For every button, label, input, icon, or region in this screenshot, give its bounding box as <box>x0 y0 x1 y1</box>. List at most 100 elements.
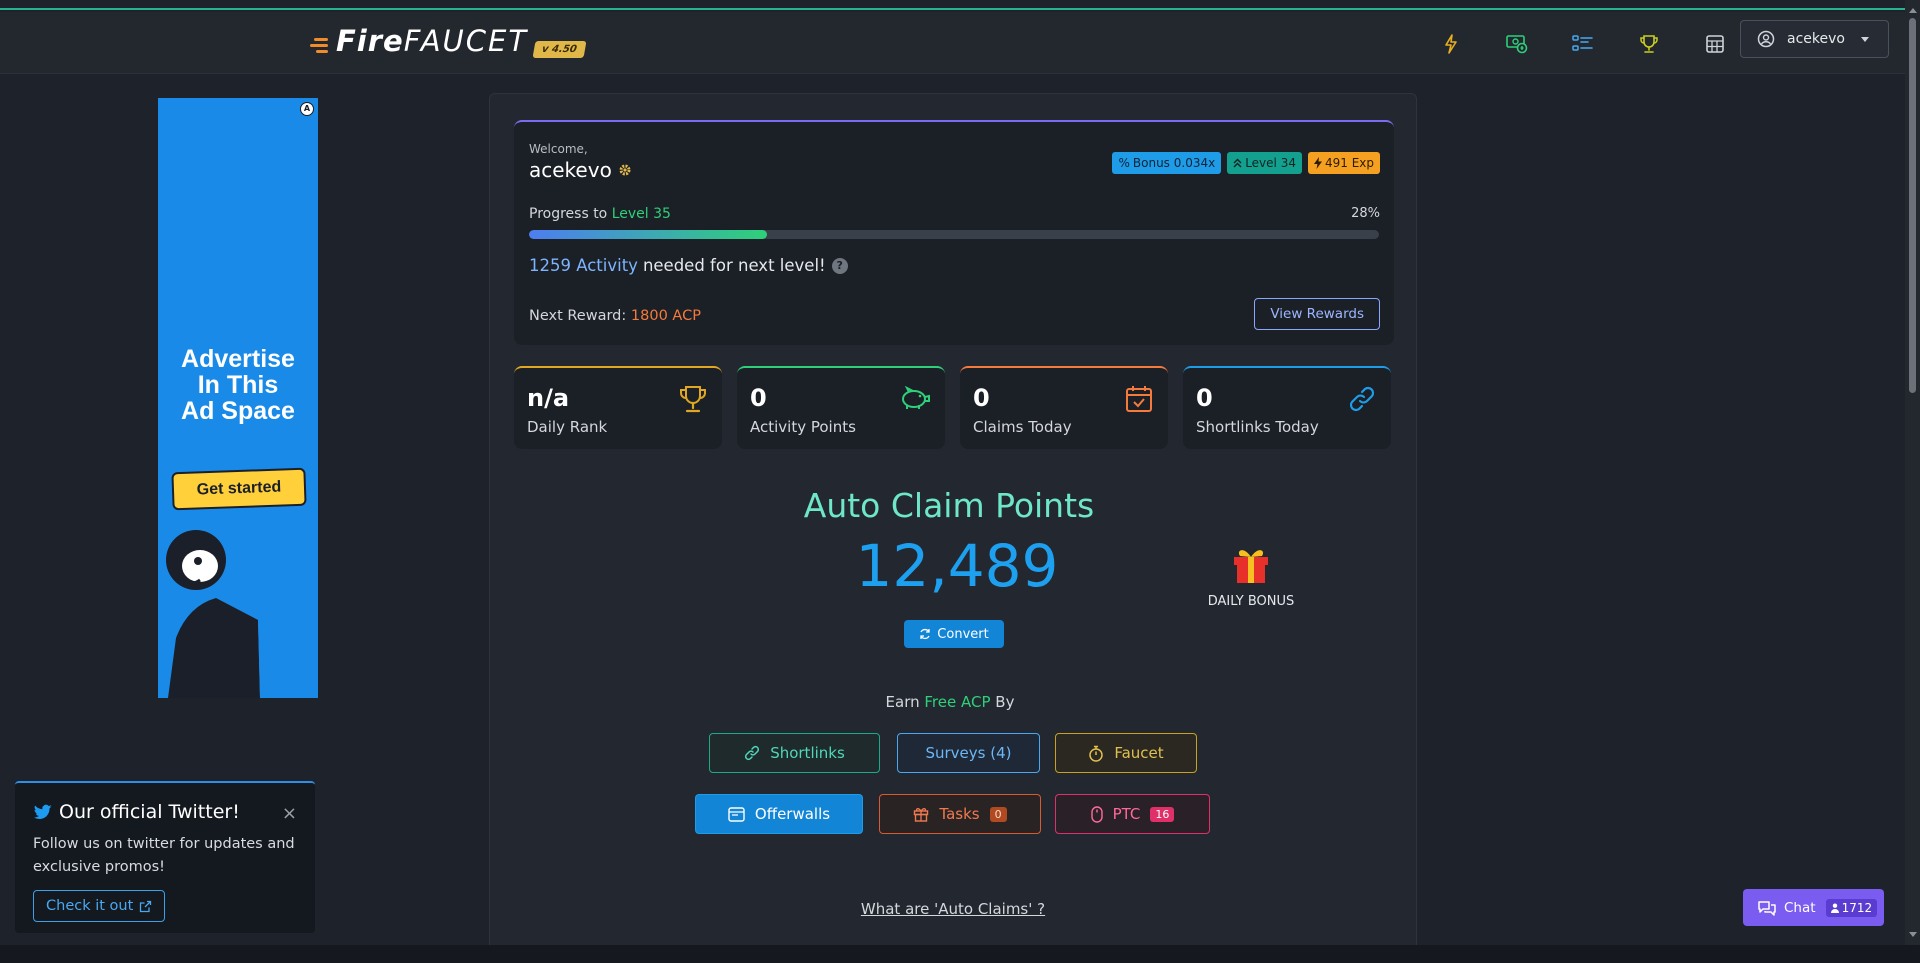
scroll-thumb[interactable] <box>1909 18 1916 393</box>
nav-icons <box>1418 30 1748 58</box>
bottom-strip <box>0 945 1920 963</box>
chat-count-text: 1712 <box>1841 900 1873 915</box>
exp-badge: 491 Exp <box>1307 152 1380 174</box>
welcome-card: Welcome, acekevo % Bonus 0.034x Level 34… <box>514 120 1394 345</box>
toast-title-text: Our official Twitter! <box>59 801 240 823</box>
surveys-button[interactable]: Surveys (4) <box>897 733 1040 773</box>
next-reward-label: Next Reward: <box>529 308 631 324</box>
next-reward-value: 1800 ACP <box>630 308 701 324</box>
bonus-badge-text: Bonus 0.034x <box>1132 156 1216 170</box>
ad-line-2: In This <box>197 371 279 399</box>
welcome-label: Welcome, <box>529 142 588 156</box>
version-badge: v 4.50 <box>532 41 587 58</box>
level-badge: Level 34 <box>1227 152 1302 174</box>
user-circle-icon <box>1757 30 1775 48</box>
link-icon <box>745 745 760 761</box>
stat-activity-points: 0 Activity Points <box>737 366 945 449</box>
scroll-down-arrow-icon[interactable] <box>1909 932 1917 937</box>
convert-button[interactable]: Convert <box>904 620 1004 648</box>
faucet-label: Faucet <box>1114 744 1164 762</box>
tasks-count-badge: 0 <box>989 806 1007 822</box>
percent-icon: % <box>1118 156 1130 170</box>
gear-icon[interactable] <box>618 163 632 177</box>
daily-bonus-button[interactable]: DAILY BONUS <box>1201 544 1301 609</box>
activity-needed: 1259 Activity needed for next level! ? <box>529 256 848 275</box>
navbar: FireFAUCET v 4.50 acekevo <box>0 12 1905 74</box>
next-reward: Next Reward: 1800 ACP <box>529 308 701 324</box>
stat-value: 0 <box>973 384 990 412</box>
stat-label: Activity Points <box>750 418 856 436</box>
close-icon[interactable]: × <box>282 803 297 824</box>
stat-shortlinks-today: 0 Shortlinks Today <box>1183 366 1391 449</box>
welcome-username-text: acekevo <box>529 158 612 182</box>
tasks-list-icon[interactable] <box>1550 30 1616 58</box>
level-badge-text: Level 34 <box>1245 156 1296 170</box>
badges: % Bonus 0.034x Level 34 491 Exp <box>1112 152 1380 174</box>
what-are-auto-claims-link[interactable]: What are 'Auto Claims' ? <box>490 900 1416 918</box>
chat-online-count: 1712 <box>1825 898 1878 917</box>
logo-fire: Fire <box>336 24 404 58</box>
gift-icon <box>914 808 929 822</box>
chat-bubbles-icon <box>1758 900 1776 916</box>
calculator-icon[interactable] <box>1682 30 1748 58</box>
chat-button[interactable]: Chat 1712 <box>1743 889 1884 926</box>
stats-row: n/a Daily Rank 0 Activity Points 0 Claim… <box>514 366 1391 449</box>
welcome-username: acekevo <box>529 158 632 182</box>
tasks-label: Tasks <box>939 805 980 823</box>
faucet-button[interactable]: Faucet <box>1055 733 1197 773</box>
refresh-icon <box>920 628 930 640</box>
ptc-button[interactable]: PTC 16 <box>1055 794 1210 834</box>
stat-label: Claims Today <box>973 418 1072 436</box>
window-icon <box>728 806 745 822</box>
main-panel: Welcome, acekevo % Bonus 0.034x Level 34… <box>489 93 1417 963</box>
offerwalls-label: Offerwalls <box>754 805 831 823</box>
offerwalls-button[interactable]: Offerwalls <box>695 794 863 834</box>
twitter-toast: Our official Twitter! × Follow us on twi… <box>15 781 315 933</box>
level-progress-bar <box>529 230 1379 239</box>
ad-character-illustration <box>166 530 298 698</box>
flame-icon <box>310 34 334 56</box>
activity-text: needed for next level! <box>642 256 826 275</box>
logo[interactable]: FireFAUCET v 4.50 <box>310 26 587 58</box>
bolt-icon <box>1313 157 1322 169</box>
scroll-up-arrow-icon[interactable] <box>1909 8 1917 13</box>
ptc-label: PTC <box>1112 805 1141 823</box>
logo-text: FireFAUCET <box>336 26 528 56</box>
bolt-icon[interactable] <box>1418 30 1484 58</box>
toast-title: Our official Twitter! <box>33 801 297 823</box>
piggy-bank-icon <box>902 385 930 409</box>
user-menu-dropdown[interactable]: acekevo <box>1740 20 1889 58</box>
toast-body: Follow us on twitter for updates and exc… <box>33 836 295 875</box>
gift-icon <box>1234 550 1268 583</box>
earn-suffix: By <box>990 693 1015 711</box>
calendar-check-icon <box>1126 386 1152 412</box>
daily-bonus-label: DAILY BONUS <box>1207 594 1295 609</box>
activity-count: 1259 Activity <box>529 256 638 275</box>
ad-banner[interactable]: A Advertise In This Ad Space Get started <box>158 98 318 698</box>
trophy-icon[interactable] <box>1616 30 1682 58</box>
tasks-button[interactable]: Tasks 0 <box>879 794 1041 834</box>
earn-highlight: Free ACP <box>924 693 991 711</box>
shortlinks-button[interactable]: Shortlinks <box>709 733 880 773</box>
check-it-out-button[interactable]: Check it out <box>33 890 166 922</box>
view-rewards-button[interactable]: View Rewards <box>1254 298 1380 330</box>
ad-get-started-button[interactable]: Get started <box>171 467 307 511</box>
scrollbar[interactable] <box>1905 0 1920 945</box>
money-icon[interactable] <box>1484 30 1550 58</box>
stat-value: n/a <box>527 384 570 412</box>
shortlinks-label: Shortlinks <box>770 744 845 762</box>
ptc-count-badge: 16 <box>1150 806 1175 822</box>
ad-choices-icon[interactable]: A <box>300 102 314 116</box>
chat-label: Chat <box>1784 899 1816 916</box>
progress-next-level: Level 35 <box>611 206 671 222</box>
stopwatch-icon <box>1089 745 1104 762</box>
help-icon[interactable]: ? <box>831 257 848 274</box>
ad-headline: Advertise In This Ad Space <box>158 346 318 424</box>
progress-label-text: Progress to <box>529 206 612 222</box>
link-icon <box>1349 386 1375 412</box>
stat-label: Shortlinks Today <box>1196 418 1319 436</box>
user-icon <box>1830 903 1839 913</box>
bonus-badge: % Bonus 0.034x <box>1112 152 1222 174</box>
acp-title: Auto Claim Points <box>803 486 1095 525</box>
earn-heading: Earn Free ACP By <box>490 693 1416 711</box>
